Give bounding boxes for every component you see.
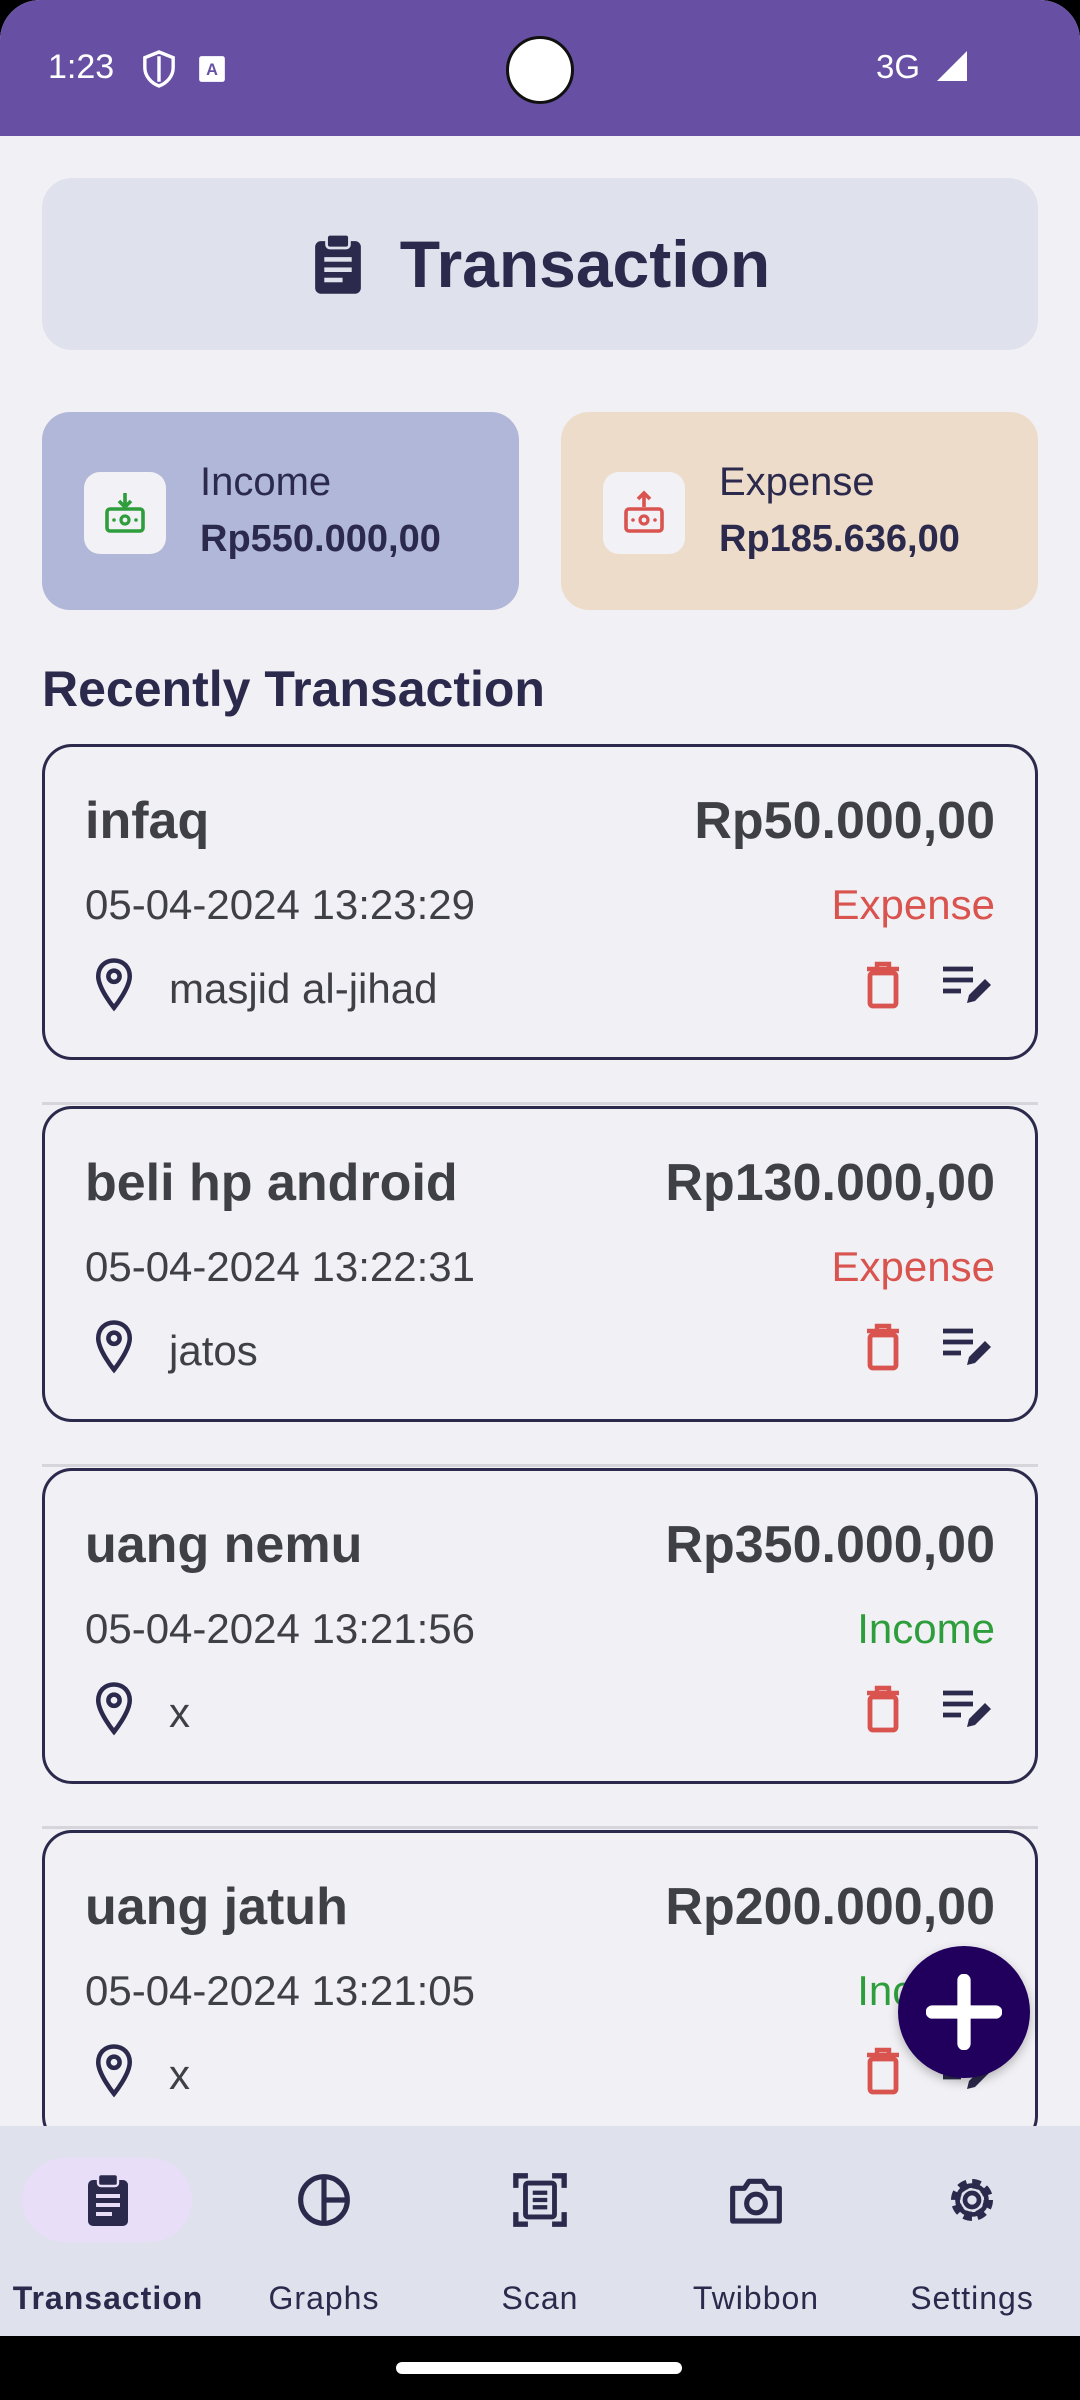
clipboard-icon [88,2172,128,2226]
transaction-card[interactable]: infaq Rp50.000,00 05-04-2024 13:23:29 Ex… [42,744,1038,1060]
list-divider [42,1464,1038,1467]
expense-label: Expense [719,460,875,504]
income-summary-card[interactable]: Income Rp550.000,00 [42,412,519,610]
transaction-type: Income [857,1605,995,1652]
trash-icon [867,961,899,1009]
edit-button[interactable] [935,1317,999,1377]
transaction-type: Expense [831,1243,995,1290]
expense-icon-box [603,472,685,554]
transaction-amount: Rp200.000,00 [665,1878,995,1936]
nav-icon-wrap [942,2170,1002,2230]
location-pin-icon [95,2044,133,2098]
location-pin-icon [95,1682,133,1736]
transaction-date: 05-04-2024 13:21:05 [85,1967,475,2014]
location-pin-icon [95,1320,133,1374]
expense-value: Rp185.636,00 [719,518,960,560]
section-title: Recently Transaction [42,661,545,717]
transaction-card[interactable]: uang nemu Rp350.000,00 05-04-2024 13:21:… [42,1468,1038,1784]
bottom-navigation: Transaction Graphs Scan Twibbon Settings [0,2126,1080,2336]
nav-item-settings[interactable]: Settings [864,2126,1080,2336]
status-bar: 1:23 A 3G [0,0,1080,136]
camera-icon [730,2178,782,2224]
svg-text:A: A [206,61,218,79]
transaction-location: x [169,2051,190,2098]
status-time: 1:23 [48,48,115,86]
camera-cutout [506,36,574,104]
nav-label-transaction: Transaction [12,2280,204,2316]
nav-label-settings: Settings [910,2280,1034,2316]
trash-icon [867,1685,899,1733]
clipboard-icon [314,232,361,294]
income-label: Income [200,460,332,504]
transaction-card[interactable]: beli hp android Rp130.000,00 05-04-2024 … [42,1106,1038,1422]
nav-icon-wrap [294,2170,354,2230]
signal-icon [937,51,967,81]
nav-item-scan[interactable]: Scan [432,2126,648,2336]
home-gesture-handle[interactable] [396,2362,682,2374]
transaction-title: uang nemu [85,1516,363,1574]
gear-icon [951,2179,993,2221]
transaction-date: 05-04-2024 13:23:29 [85,881,475,928]
transaction-card[interactable]: uang jatuh Rp200.000,00 05-04-2024 13:21… [42,1830,1038,2146]
transaction-title: infaq [85,792,210,850]
nav-icon-wrap [726,2170,786,2230]
app-screen: 1:23 A 3G Transaction Income Rp550.000,0… [0,0,1080,2400]
transaction-amount: Rp130.000,00 [665,1154,995,1212]
expense-summary-card[interactable]: Expense Rp185.636,00 [561,412,1038,610]
edit-note-icon [943,1690,991,1727]
transaction-location: jatos [169,1327,258,1374]
delete-button[interactable] [853,1679,913,1739]
edit-button[interactable] [935,955,999,1015]
transaction-title: uang jatuh [85,1878,348,1936]
pie-chart-icon [298,2174,350,2226]
plus-icon [926,1974,1002,2050]
shield-icon [143,50,175,88]
transaction-amount: Rp50.000,00 [694,792,995,850]
nav-item-twibbon[interactable]: Twibbon [648,2126,864,2336]
scan-document-icon [513,2173,567,2227]
edit-note-icon [943,966,991,1003]
cash-in-icon [105,493,145,533]
cash-out-icon [624,490,664,533]
location-pin-icon [95,958,133,1012]
transaction-location: x [169,1689,190,1736]
income-value: Rp550.000,00 [200,518,441,560]
transaction-date: 05-04-2024 13:21:56 [85,1605,475,1652]
nav-item-graphs[interactable]: Graphs [216,2126,432,2336]
trash-icon [867,1323,899,1371]
page-title: Transaction [399,227,771,301]
nav-label-twibbon: Twibbon [692,2280,820,2316]
nav-icon-wrap [78,2170,138,2230]
nav-icon-wrap [510,2170,570,2230]
trash-icon [867,2047,899,2095]
nav-label-scan: Scan [501,2280,579,2316]
transaction-date: 05-04-2024 13:22:31 [85,1243,475,1290]
status-notification-icons: A [142,50,226,88]
transaction-amount: Rp350.000,00 [665,1516,995,1574]
list-divider [42,1826,1038,1829]
list-divider [42,1102,1038,1105]
delete-button[interactable] [853,1317,913,1377]
income-icon-box [84,472,166,554]
delete-button[interactable] [853,955,913,1015]
add-transaction-button[interactable] [898,1946,1030,2078]
transaction-location: masjid al-jihad [169,965,438,1012]
keyboard-notification-icon: A [199,56,225,82]
transaction-type: Expense [831,881,995,928]
nav-label-graphs: Graphs [268,2280,380,2316]
transaction-title: beli hp android [85,1154,458,1212]
network-type: 3G [876,48,921,85]
nav-item-transaction[interactable]: Transaction [0,2126,216,2336]
delete-button[interactable] [853,2041,913,2101]
edit-button[interactable] [935,1679,999,1739]
edit-note-icon [943,1328,991,1365]
page-header: Transaction [42,178,1038,350]
